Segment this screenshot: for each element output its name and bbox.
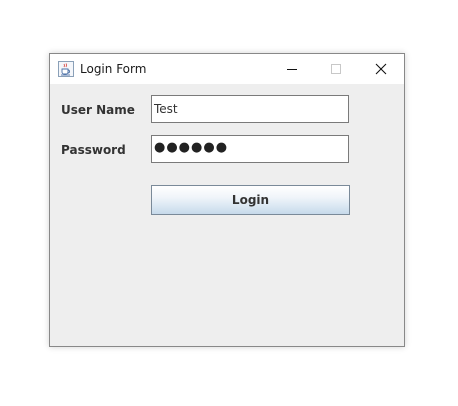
minimize-button[interactable] [269, 54, 314, 84]
username-value: Test [154, 102, 178, 116]
close-icon [375, 63, 387, 75]
maximize-button[interactable] [314, 54, 359, 84]
java-cup-icon [58, 61, 74, 77]
login-button[interactable]: Login [151, 185, 350, 215]
maximize-icon [331, 64, 341, 74]
login-button-label: Login [231, 193, 270, 207]
title-bar[interactable]: Login Form [50, 54, 404, 84]
password-masked-value: ●●●●●● [154, 140, 229, 155]
close-button[interactable] [359, 54, 404, 84]
username-field[interactable]: Test [151, 95, 349, 123]
login-form-window: Login Form User Name Test Password ●●●●●… [49, 53, 405, 347]
password-field[interactable]: ●●●●●● [151, 135, 349, 163]
minimize-icon [287, 69, 297, 70]
password-label: Password [61, 143, 126, 157]
username-label: User Name [61, 103, 135, 117]
window-title: Login Form [80, 62, 147, 76]
